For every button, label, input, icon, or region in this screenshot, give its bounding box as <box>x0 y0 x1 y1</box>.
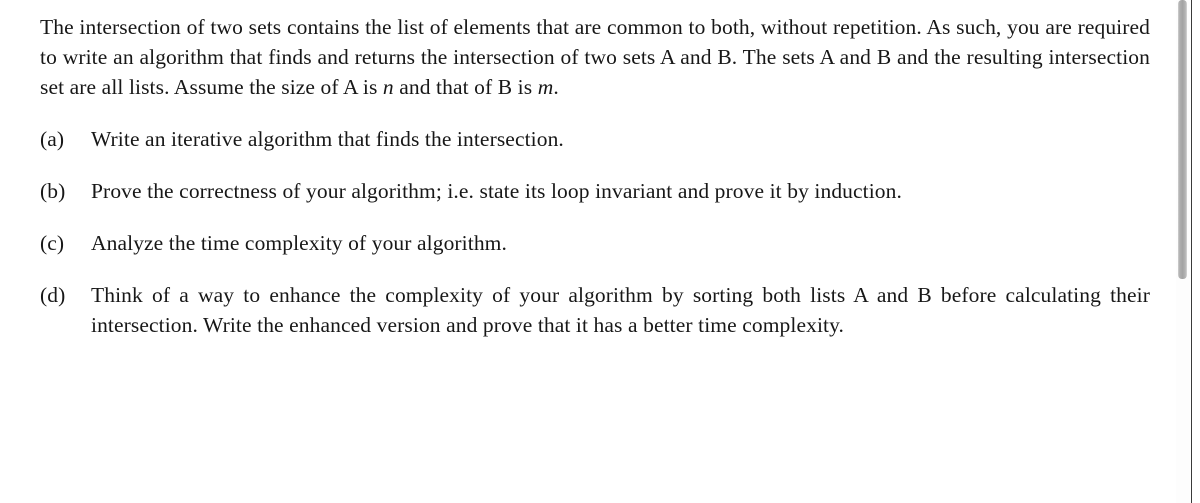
math-variable-n: n <box>382 75 394 99</box>
question-text-a: Write an iterative algorithm that finds … <box>91 127 564 151</box>
intro-paragraph-segment-3: . <box>553 75 559 99</box>
question-label-c: (c) <box>40 231 65 255</box>
intro-paragraph-segment-1: The intersection of two sets contains th… <box>40 15 1150 99</box>
question-text-b: Prove the correctness of your algorithm;… <box>91 179 902 203</box>
question-text-d: Think of a way to enhance the complexity… <box>91 283 1150 337</box>
intro-paragraph: The intersection of two sets contains th… <box>40 12 1150 102</box>
question-item-c: (c) Analyze the time complexity of your … <box>40 228 1150 258</box>
document-body: The intersection of two sets contains th… <box>40 12 1150 340</box>
question-label-a: (a) <box>40 127 65 151</box>
document-page: The intersection of two sets contains th… <box>0 0 1192 503</box>
question-label-d: (d) <box>40 283 66 307</box>
intro-paragraph-segment-2: and that of B is <box>393 75 538 99</box>
question-list: (a) Write an iterative algorithm that fi… <box>40 124 1150 340</box>
vertical-scrollbar-thumb[interactable] <box>1178 0 1187 279</box>
math-variable-m: m <box>537 75 554 99</box>
document-viewport[interactable]: The intersection of two sets contains th… <box>0 0 1192 503</box>
question-text-c: Analyze the time complexity of your algo… <box>91 231 507 255</box>
page-right-gutter <box>1192 0 1200 503</box>
vertical-scrollbar[interactable] <box>1176 0 1190 503</box>
question-item-a: (a) Write an iterative algorithm that fi… <box>40 124 1150 154</box>
question-label-b: (b) <box>40 179 66 203</box>
question-item-b: (b) Prove the correctness of your algori… <box>40 176 1150 206</box>
question-item-d: (d) Think of a way to enhance the comple… <box>40 280 1150 340</box>
